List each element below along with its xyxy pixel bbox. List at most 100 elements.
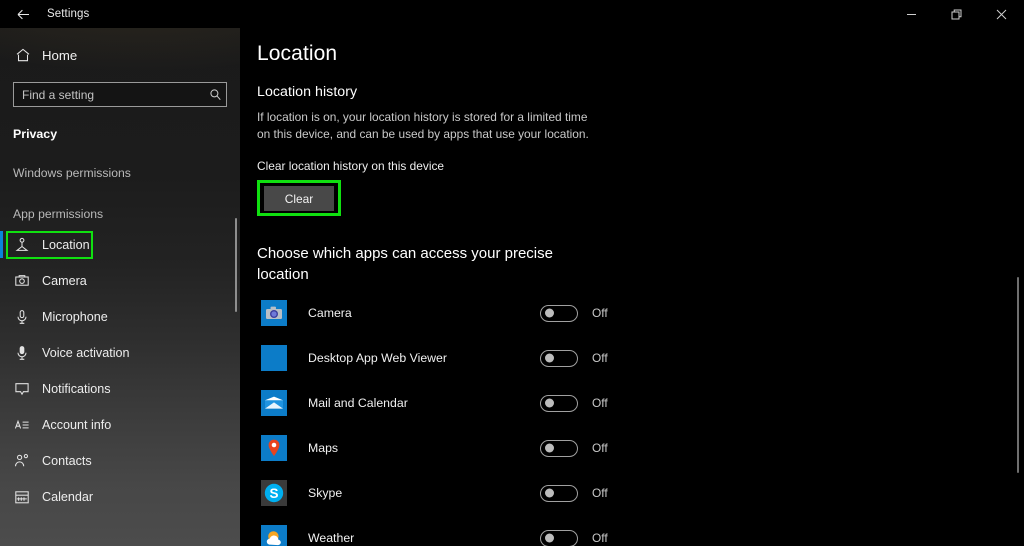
- sidebar-item-camera[interactable]: Camera: [0, 265, 240, 296]
- app-row-mail-and-calendar: Mail and Calendar Off: [257, 388, 1024, 418]
- camera-icon: [13, 272, 30, 289]
- app-row-weather: Weather Off: [257, 523, 1024, 546]
- apps-section-heading: Choose which apps can access your precis…: [257, 245, 553, 283]
- sidebar-item-calendar[interactable]: Calendar: [0, 481, 240, 512]
- calendar-icon: [13, 488, 30, 505]
- sidebar-section-privacy: Privacy: [13, 127, 58, 141]
- desktop-app-web-viewer-icon: [261, 345, 287, 371]
- window-controls: [889, 0, 1024, 28]
- toggle-knob: [545, 488, 554, 498]
- skype-icon: S: [261, 480, 287, 506]
- app-name: Camera: [308, 306, 352, 320]
- voice-activation-icon: [13, 344, 30, 361]
- app-name: Maps: [308, 441, 339, 455]
- toggle-knob: [545, 353, 554, 363]
- sidebar-scrollbar-thumb[interactable]: [235, 218, 237, 312]
- search-input[interactable]: [14, 83, 204, 106]
- sidebar-item-microphone[interactable]: Microphone: [0, 301, 240, 332]
- main-scrollbar-thumb[interactable]: [1017, 277, 1019, 473]
- sidebar-item-label: Location: [42, 237, 90, 252]
- toggle-state-label: Off: [592, 531, 608, 545]
- sidebar: Home Privacy Windows permissions App per…: [0, 28, 240, 546]
- notification-bubble-icon: [13, 380, 30, 397]
- app-row-camera: Camera Off: [257, 298, 1024, 328]
- sidebar-item-contacts[interactable]: Contacts: [0, 445, 240, 476]
- sidebar-item-label: Calendar: [42, 489, 94, 504]
- mail-calendar-icon: [261, 390, 287, 416]
- clear-button-zone: Clear: [257, 180, 341, 216]
- sidebar-item-location[interactable]: Location: [0, 229, 240, 260]
- svg-text:S: S: [269, 486, 278, 501]
- toggle-switch[interactable]: [540, 529, 578, 546]
- sidebar-group-windows-permissions: Windows permissions: [13, 166, 131, 180]
- app-name: Desktop App Web Viewer: [308, 351, 447, 365]
- toggle-state-label: Off: [592, 441, 608, 455]
- toggle-knob: [545, 308, 554, 318]
- toggle-cell: Off: [540, 484, 608, 502]
- page-title: Location: [257, 42, 338, 65]
- toggle-cell: Off: [540, 304, 608, 322]
- toggle-state-label: Off: [592, 486, 608, 500]
- sidebar-item-label: Notifications: [42, 381, 111, 396]
- toggle-cell: Off: [540, 394, 608, 412]
- window-title: Settings: [47, 8, 90, 20]
- location-person-icon: [13, 236, 30, 253]
- toggle-cell: Off: [540, 439, 608, 457]
- location-history-description: If location is on, your location history…: [257, 110, 589, 141]
- weather-icon: [261, 525, 287, 546]
- microphone-icon: [13, 308, 30, 325]
- toggle-switch[interactable]: [540, 439, 578, 457]
- sidebar-item-label: Voice activation: [42, 345, 130, 360]
- toggle-cell: Off: [540, 529, 608, 546]
- restore-icon[interactable]: [934, 0, 979, 28]
- toggle-switch[interactable]: [540, 349, 578, 367]
- toggle-knob: [545, 443, 554, 453]
- sidebar-item-label: Account info: [42, 417, 112, 432]
- maps-icon: [261, 435, 287, 461]
- clear-history-label: Clear location history on this device: [257, 159, 445, 173]
- toggle-knob: [545, 533, 554, 543]
- app-name: Skype: [308, 486, 343, 500]
- account-info-icon: [13, 416, 30, 433]
- toggle-cell: Off: [540, 349, 608, 367]
- sidebar-item-home[interactable]: Home: [0, 40, 240, 70]
- title-bar: Settings: [0, 0, 1024, 28]
- settings-window: Settings Home Find a setting Privacy Win…: [0, 0, 1024, 546]
- app-permission-list: Camera Off Desktop App Web Viewer Off Ma…: [257, 298, 1024, 546]
- location-history-heading: Location history: [257, 84, 358, 100]
- search-box[interactable]: [13, 82, 227, 107]
- sidebar-item-notifications[interactable]: Notifications: [0, 373, 240, 404]
- search-icon[interactable]: [204, 83, 226, 106]
- title-bar-left: Settings: [0, 0, 89, 28]
- toggle-knob: [545, 398, 554, 408]
- sidebar-nav-list: Location Camera Microphone Voice activat…: [0, 229, 240, 512]
- minimize-icon[interactable]: [889, 0, 934, 28]
- sidebar-item-label: Camera: [42, 273, 87, 288]
- close-icon[interactable]: [979, 0, 1024, 28]
- sidebar-group-app-permissions: App permissions: [13, 207, 104, 221]
- toggle-switch[interactable]: [540, 304, 578, 322]
- toggle-state-label: Off: [592, 351, 608, 365]
- toggle-switch[interactable]: [540, 484, 578, 502]
- selection-accent-bar: [0, 231, 3, 258]
- app-row-desktop-app-web-viewer: Desktop App Web Viewer Off: [257, 343, 1024, 373]
- main-content: Location Location history If location is…: [240, 28, 1024, 546]
- toggle-state-label: Off: [592, 306, 608, 320]
- contacts-icon: [13, 452, 30, 469]
- window-body: Home Privacy Windows permissions App per…: [0, 28, 1024, 546]
- toggle-switch[interactable]: [540, 394, 578, 412]
- sidebar-item-label: Contacts: [42, 453, 92, 468]
- sidebar-item-voice-activation[interactable]: Voice activation: [0, 337, 240, 368]
- app-row-maps: Maps Off: [257, 433, 1024, 463]
- home-label: Home: [42, 47, 78, 63]
- sidebar-item-label: Microphone: [42, 309, 108, 324]
- camera-app-icon: [261, 300, 287, 326]
- toggle-state-label: Off: [592, 396, 608, 410]
- home-icon: [14, 47, 31, 64]
- back-arrow-icon[interactable]: [0, 0, 46, 28]
- app-name: Weather: [308, 531, 355, 545]
- clear-button[interactable]: Clear: [264, 186, 334, 211]
- app-name: Mail and Calendar: [308, 396, 408, 410]
- app-row-skype: S Skype Off: [257, 478, 1024, 508]
- sidebar-item-account-info[interactable]: Account info: [0, 409, 240, 440]
